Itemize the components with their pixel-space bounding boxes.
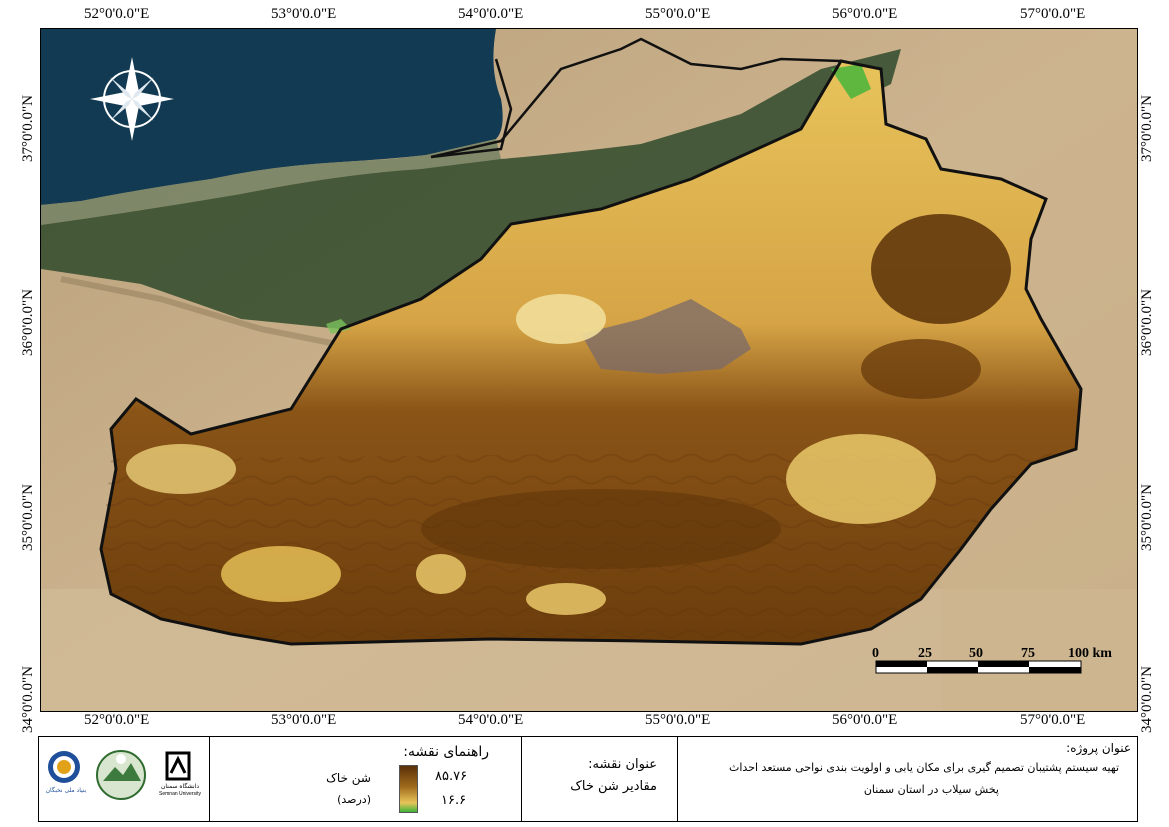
- top-longitude-label: 57°0'0.0"E: [1020, 6, 1086, 22]
- raster-light-patch: [126, 444, 236, 494]
- top-longitude-label: 56°0'0.0"E: [832, 6, 898, 22]
- right-latitude-label: 36°0'0.0"N: [1139, 289, 1155, 356]
- map-layout: 52°0'0.0"E 53°0'0.0"E 54°0'0.0"E 55°0'0.…: [0, 0, 1169, 827]
- bottom-longitude-label: 55°0'0.0"E: [645, 712, 711, 728]
- right-latitude-label: 34°0'0.0"N: [1139, 666, 1155, 733]
- left-latitude-label: 37°0'0.0"N: [20, 95, 36, 162]
- semnan-university-label: دانشگاه سمنان: [160, 783, 200, 790]
- logos-cell: بنیاد ملی نخبگان دانشگاه سمنان Semnan Un…: [39, 737, 210, 821]
- semnan-university-label-en: Semnan University: [159, 791, 201, 797]
- raster-light-patch: [526, 583, 606, 615]
- map-title-value: مقادیر شن خاک: [570, 779, 657, 794]
- map-svg: [41, 29, 1137, 711]
- bottom-longitude-label: 54°0'0.0"E: [458, 712, 524, 728]
- logos-svg: [48, 750, 191, 800]
- project-line-2: پخش سیلاب در استان سمنان: [863, 783, 999, 796]
- legend-cell: راهنمای نقشه: شن خاک (درصد) ۸۵.۷۶ ۱۶.۶: [209, 737, 522, 821]
- raster-light-patch: [221, 546, 341, 602]
- legend-title: راهنمای نقشه:: [403, 744, 489, 760]
- nokhbegan-logo-icon: [48, 751, 80, 783]
- top-longitude-label: 52°0'0.0"E: [84, 6, 150, 22]
- scale-label: 100 km: [1068, 646, 1112, 661]
- legend-max-value: ۸۵.۷۶: [435, 769, 468, 784]
- nokhbegan-label: بنیاد ملی نخبگان: [45, 787, 87, 794]
- map-title-heading: عنوان نقشه:: [588, 757, 657, 772]
- semnan-university-logo-icon: [165, 751, 191, 781]
- raster-dark-patch: [861, 339, 981, 399]
- raster-bright-spot: [516, 294, 606, 344]
- scale-label: 0: [872, 646, 879, 661]
- scale-label: 75: [1021, 646, 1035, 661]
- raster-light-patch: [786, 434, 936, 524]
- scale-label: 25: [918, 646, 932, 661]
- scale-bar: [875, 660, 1082, 674]
- map-title-cell: عنوان نقشه: مقادیر شن خاک: [521, 737, 678, 821]
- top-longitude-label: 55°0'0.0"E: [645, 6, 711, 22]
- right-latitude-label: 35°0'0.0"N: [1139, 484, 1155, 551]
- raster-dark-patch: [871, 214, 1011, 324]
- right-latitude-label: 37°0'0.0"N: [1139, 95, 1155, 162]
- legend-unit: (درصد): [337, 793, 371, 806]
- legend-color-ramp: [399, 765, 418, 813]
- raster-light-patch: [416, 554, 466, 594]
- map-canvas[interactable]: 0 25 50 75 100 km: [40, 28, 1138, 712]
- project-line-1: تهیه سیستم پشتیبان تصمیم گیری برای مکان …: [729, 761, 1119, 774]
- bottom-longitude-label: 56°0'0.0"E: [832, 712, 898, 728]
- top-longitude-label: 53°0'0.0"E: [271, 6, 337, 22]
- info-panel: بنیاد ملی نخبگان دانشگاه سمنان Semnan Un…: [38, 736, 1138, 822]
- bottom-longitude-label: 57°0'0.0"E: [1020, 712, 1086, 728]
- left-latitude-label: 34°0'0.0"N: [20, 666, 36, 733]
- project-heading: عنوان پروژه:: [1066, 741, 1131, 755]
- top-longitude-label: 54°0'0.0"E: [458, 6, 524, 22]
- left-latitude-label: 35°0'0.0"N: [20, 484, 36, 551]
- project-cell: عنوان پروژه: تهیه سیستم پشتیبان تصمیم گی…: [677, 737, 1139, 821]
- bottom-longitude-label: 53°0'0.0"E: [271, 712, 337, 728]
- legend-min-value: ۱۶.۶: [441, 793, 467, 808]
- legend-layer-name: شن خاک: [326, 771, 371, 785]
- raster-dark-patch: [421, 489, 781, 569]
- scale-label: 50: [969, 646, 983, 661]
- university-emblem-icon: [96, 750, 146, 800]
- bottom-longitude-label: 52°0'0.0"E: [84, 712, 150, 728]
- left-latitude-label: 36°0'0.0"N: [20, 289, 36, 356]
